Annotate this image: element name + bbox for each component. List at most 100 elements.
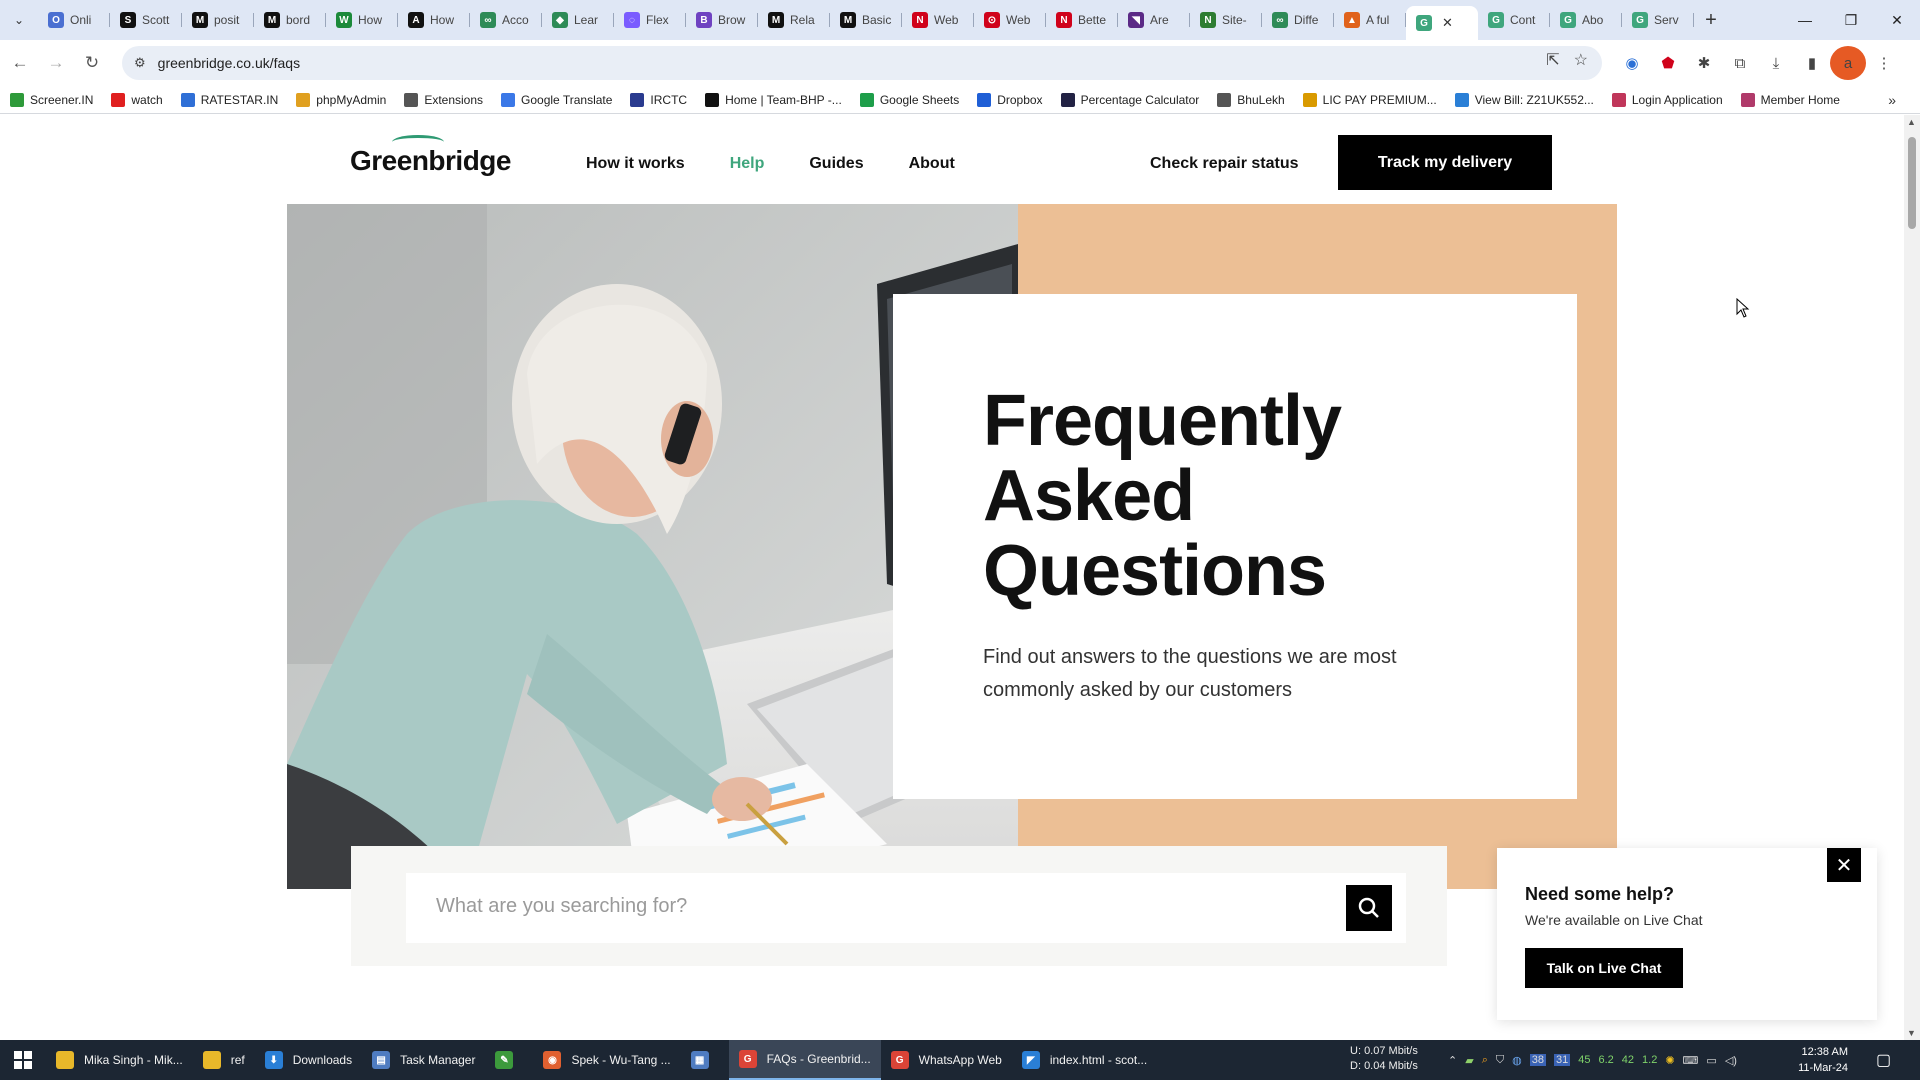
bookmark-item[interactable]: Home | Team-BHP -... (705, 92, 842, 107)
taskbar-app[interactable]: G FAQs - Greenbrid... (728, 1040, 881, 1080)
bookmarks-overflow-icon[interactable]: » (1888, 92, 1896, 108)
tray-shield-icon[interactable]: ⛉ (1496, 1054, 1504, 1067)
track-delivery-button[interactable]: Track my delivery (1338, 135, 1552, 190)
tray-network-icon[interactable]: ▭ (1706, 1054, 1716, 1067)
system-clock[interactable]: 12:38 AM 11-Mar-24 (1776, 1044, 1848, 1076)
extension-globe-icon[interactable]: ◉ (1614, 46, 1650, 80)
tray-38-icon[interactable]: 38 (1529, 1054, 1546, 1066)
browser-tab[interactable]: M Basic (830, 5, 902, 35)
tray-weather-icon[interactable]: ✺ (1665, 1054, 1674, 1067)
bookmark-item[interactable]: IRCTC (630, 92, 687, 107)
taskbar-app[interactable]: ◉ Spek - Wu-Tang ... (533, 1040, 680, 1080)
browser-menu-icon[interactable]: ⋮ (1866, 46, 1902, 80)
bookmark-item[interactable]: Dropbox (977, 92, 1043, 107)
browser-tab[interactable]: G Serv (1622, 5, 1694, 35)
bookmark-item[interactable]: Screener.IN (10, 92, 93, 107)
browser-tab[interactable]: N Bette (1046, 5, 1118, 35)
taskbar-app[interactable]: ▤ Task Manager (362, 1040, 485, 1080)
bookmark-item[interactable]: LIC PAY PREMIUM... (1302, 92, 1437, 107)
tray-volume-icon[interactable]: ◁) (1725, 1054, 1737, 1067)
bookmark-item[interactable]: Google Translate (501, 92, 612, 107)
tray-keyboard-icon[interactable]: ⌨ (1683, 1054, 1699, 1067)
bookmark-item[interactable]: BhuLekh (1217, 92, 1285, 107)
tray-search-icon[interactable]: ⌕ (1482, 1054, 1488, 1067)
address-bar[interactable]: ⚙ greenbridge.co.uk/faqs ⇱ ☆ (122, 46, 1602, 80)
browser-tab[interactable]: G ✕ (1406, 6, 1478, 40)
browser-tab[interactable]: G Cont (1478, 5, 1550, 35)
bookmark-item[interactable]: View Bill: Z21UK552... (1454, 92, 1594, 107)
scroll-down-icon[interactable]: ▼ (1907, 1028, 1916, 1038)
faq-search-input[interactable] (436, 895, 1336, 918)
close-window-icon[interactable]: ✕ (1874, 0, 1920, 40)
page-scrollbar[interactable]: ▲ ▼ (1904, 115, 1920, 1040)
site-logo[interactable]: Greenbridge (350, 145, 511, 177)
bookmark-item[interactable]: Member Home (1740, 92, 1840, 107)
taskbar-app[interactable]: ref (193, 1040, 255, 1080)
reload-icon[interactable]: ↻ (76, 47, 108, 79)
browser-tab[interactable]: ∞ Acco (470, 5, 542, 35)
taskbar-app[interactable]: ◤ index.html - scot... (1012, 1040, 1157, 1080)
profile-avatar[interactable]: a (1830, 46, 1866, 80)
browser-tab[interactable]: ⊙ Web (974, 5, 1046, 35)
tray-globe-icon[interactable]: ◍ (1512, 1054, 1522, 1067)
install-app-icon[interactable]: ⇱ (1546, 50, 1559, 70)
tray-chevron-icon[interactable]: ⌃ (1448, 1054, 1457, 1067)
browser-tab[interactable]: ◥ Are (1118, 5, 1190, 35)
browser-tab[interactable]: Mbord (254, 5, 326, 35)
bookmark-item[interactable]: Percentage Calculator (1060, 92, 1199, 107)
taskbar-app[interactable]: ✎ (485, 1040, 533, 1080)
bookmark-item[interactable]: phpMyAdmin (296, 92, 386, 107)
browser-tab[interactable]: N Site- (1190, 5, 1262, 35)
scrollbar-thumb[interactable] (1908, 137, 1916, 229)
talk-on-live-chat-button[interactable]: Talk on Live Chat (1525, 948, 1683, 988)
bookmark-item[interactable]: Google Sheets (859, 92, 959, 107)
notification-center-icon[interactable]: ▢ (1876, 1050, 1891, 1070)
bookmark-item[interactable]: watch (111, 92, 163, 107)
browser-tab[interactable]: ∞ Diffe (1262, 5, 1334, 35)
browser-tab[interactable]: W How (326, 5, 398, 35)
close-tab-icon[interactable]: ✕ (1442, 15, 1453, 31)
bookmark-star-icon[interactable]: ☆ (1574, 50, 1588, 70)
browser-tab[interactable]: M Rela (758, 5, 830, 35)
side-panel-icon[interactable]: ▮ (1794, 46, 1830, 80)
taskbar-app[interactable]: ▦ (681, 1040, 729, 1080)
browser-tab[interactable]: Mposit (182, 5, 254, 35)
bookmark-item[interactable]: Extensions (404, 92, 483, 107)
search-button[interactable] (1346, 885, 1392, 931)
tab-search-chevron-icon[interactable]: ⌄ (0, 0, 38, 40)
browser-tab[interactable]: S Scott (110, 5, 182, 35)
browser-tab[interactable]: N Web (902, 5, 974, 35)
windows-start-icon[interactable] (0, 1040, 46, 1080)
nav-guides[interactable]: Guides (809, 155, 863, 173)
site-info-icon[interactable]: ⚙ (134, 55, 146, 71)
tray-folder-icon[interactable]: ▰ (1465, 1054, 1473, 1067)
taskbar-app[interactable]: G WhatsApp Web (881, 1040, 1012, 1080)
bookmark-item[interactable]: RATESTAR.IN (180, 92, 278, 107)
browser-tab[interactable]: G Abo (1550, 5, 1622, 35)
nav-help[interactable]: Help (730, 155, 765, 173)
browser-tab[interactable]: B Brow (686, 5, 758, 35)
taskbar-app[interactable]: ⬇ Downloads (255, 1040, 362, 1080)
browser-tab[interactable]: O Onli (38, 5, 110, 35)
scroll-up-icon[interactable]: ▲ (1907, 117, 1916, 127)
close-chat-widget-icon[interactable]: ✕ (1827, 848, 1861, 882)
downloads-icon[interactable]: ⤓ (1758, 46, 1794, 80)
nav-how-it-works[interactable]: How it works (586, 155, 685, 173)
new-tab-button[interactable]: + (1694, 9, 1728, 32)
browser-tab[interactable]: ▲ A ful (1334, 5, 1406, 35)
browser-tab[interactable]: ◆ Lear (542, 5, 614, 35)
taskbar-app[interactable]: Mika Singh - Mik... (46, 1040, 193, 1080)
extensions-puzzle-icon[interactable]: ⧉ (1722, 46, 1758, 80)
nav-about[interactable]: About (909, 155, 955, 173)
minimize-icon[interactable]: — (1782, 0, 1828, 40)
tray-31-icon[interactable]: 31 (1553, 1054, 1571, 1066)
extension-bug-icon[interactable]: ✱ (1686, 46, 1722, 80)
restore-icon[interactable]: ❐ (1828, 0, 1874, 40)
browser-tab[interactable]: A How (398, 5, 470, 35)
extension-shield-icon[interactable]: ⬟ (1650, 46, 1686, 80)
bookmark-item[interactable]: Login Application (1611, 92, 1723, 107)
forward-icon[interactable]: → (40, 47, 72, 79)
check-repair-status-link[interactable]: Check repair status (1150, 155, 1299, 173)
back-icon[interactable]: ← (4, 47, 36, 79)
browser-tab[interactable]: ◌ Flex (614, 5, 686, 35)
